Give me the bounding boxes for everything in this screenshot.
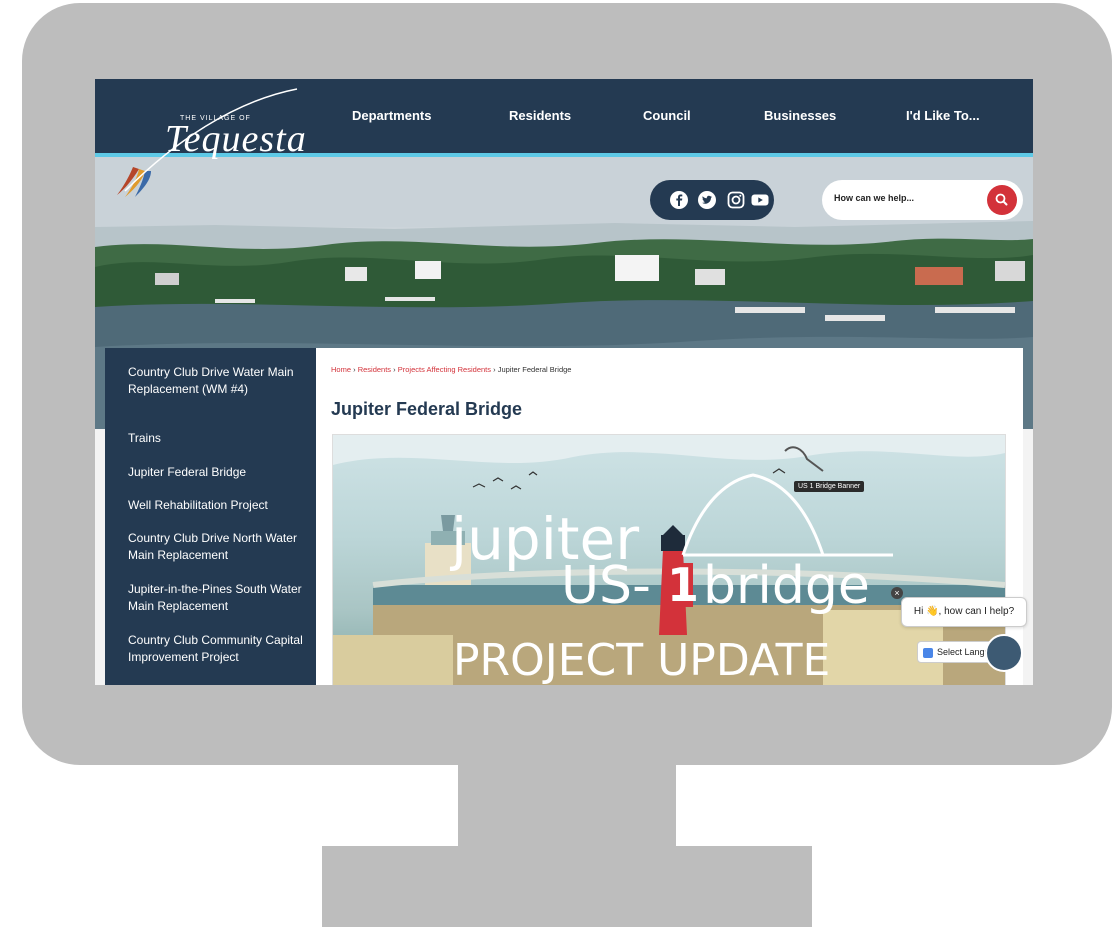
banner-tooltip: US 1 Bridge Banner (794, 481, 865, 492)
nav-departments[interactable]: Departments (352, 108, 431, 123)
facebook-icon[interactable] (669, 190, 689, 210)
bridge-banner-art: jupiter US- 1 bridge PROJECT UPDATE (333, 435, 1005, 685)
logo-script-text: Tequesta (165, 118, 307, 160)
breadcrumb-residents[interactable]: Residents (358, 365, 391, 374)
breadcrumb-separator: › (353, 365, 356, 374)
banner-word-us: US- (561, 556, 651, 616)
chatbot-avatar-icon[interactable] (985, 634, 1023, 672)
banner-word-bridge: bridge (703, 556, 870, 616)
social-links-bar (650, 180, 774, 220)
google-translate-icon (923, 647, 933, 658)
monitor-stand-neck (458, 762, 676, 850)
nav-council[interactable]: Council (643, 108, 691, 123)
sidebar-navigation: Country Club Drive Water Main Replacemen… (105, 348, 316, 685)
sidebar-item-jupiter-in-the-pines[interactable]: Jupiter-in-the-Pines South Water Main Re… (128, 581, 308, 615)
sidebar-item-well-rehabilitation[interactable]: Well Rehabilitation Project (128, 497, 308, 514)
monitor-stand-base (322, 846, 812, 927)
nav-businesses[interactable]: Businesses (764, 108, 836, 123)
bridge-banner-image: jupiter US- 1 bridge PROJECT UPDATE US 1… (332, 434, 1006, 685)
breadcrumb-separator: › (393, 365, 396, 374)
village-logo[interactable]: THE VILLAGE OF Tequesta (105, 81, 307, 201)
search-button[interactable] (987, 185, 1017, 215)
breadcrumb-home[interactable]: Home (331, 365, 351, 374)
banner-project-update: PROJECT UPDATE (453, 635, 830, 685)
main-content: Home › Residents › Projects Affecting Re… (316, 348, 1023, 685)
page-title: Jupiter Federal Bridge (331, 399, 523, 419)
banner-word-1: 1 (667, 558, 699, 612)
sidebar-item-country-club-drive-wm4[interactable]: Country Club Drive Water Main Replacemen… (128, 364, 308, 398)
search-icon (995, 193, 1008, 206)
breadcrumb: Home › Residents › Projects Affecting Re… (331, 365, 571, 374)
sidebar-item-country-club-drive-north[interactable]: Country Club Drive North Water Main Repl… (128, 530, 308, 564)
browser-screen: THE VILLAGE OF Tequesta Departments Resi… (95, 79, 1033, 685)
breadcrumb-separator: › (493, 365, 496, 374)
search-box (822, 180, 1023, 220)
nav-id-like-to[interactable]: I'd Like To... (906, 108, 980, 123)
sidebar-item-country-club-community[interactable]: Country Club Community Capital Improveme… (128, 632, 308, 666)
breadcrumb-current: Jupiter Federal Bridge (497, 365, 572, 374)
sidebar-item-trains[interactable]: Trains (128, 430, 308, 447)
nav-residents[interactable]: Residents (509, 108, 571, 123)
chat-greeting-bubble[interactable]: Hi 👋, how can I help? (901, 597, 1027, 627)
chat-close-button[interactable]: × (891, 587, 903, 599)
search-input[interactable] (832, 192, 976, 204)
instagram-icon[interactable] (726, 190, 746, 210)
twitter-icon[interactable] (697, 190, 717, 210)
sidebar-item-jupiter-federal-bridge[interactable]: Jupiter Federal Bridge (128, 464, 308, 481)
youtube-icon[interactable] (750, 190, 770, 210)
breadcrumb-projects[interactable]: Projects Affecting Residents (398, 365, 491, 374)
